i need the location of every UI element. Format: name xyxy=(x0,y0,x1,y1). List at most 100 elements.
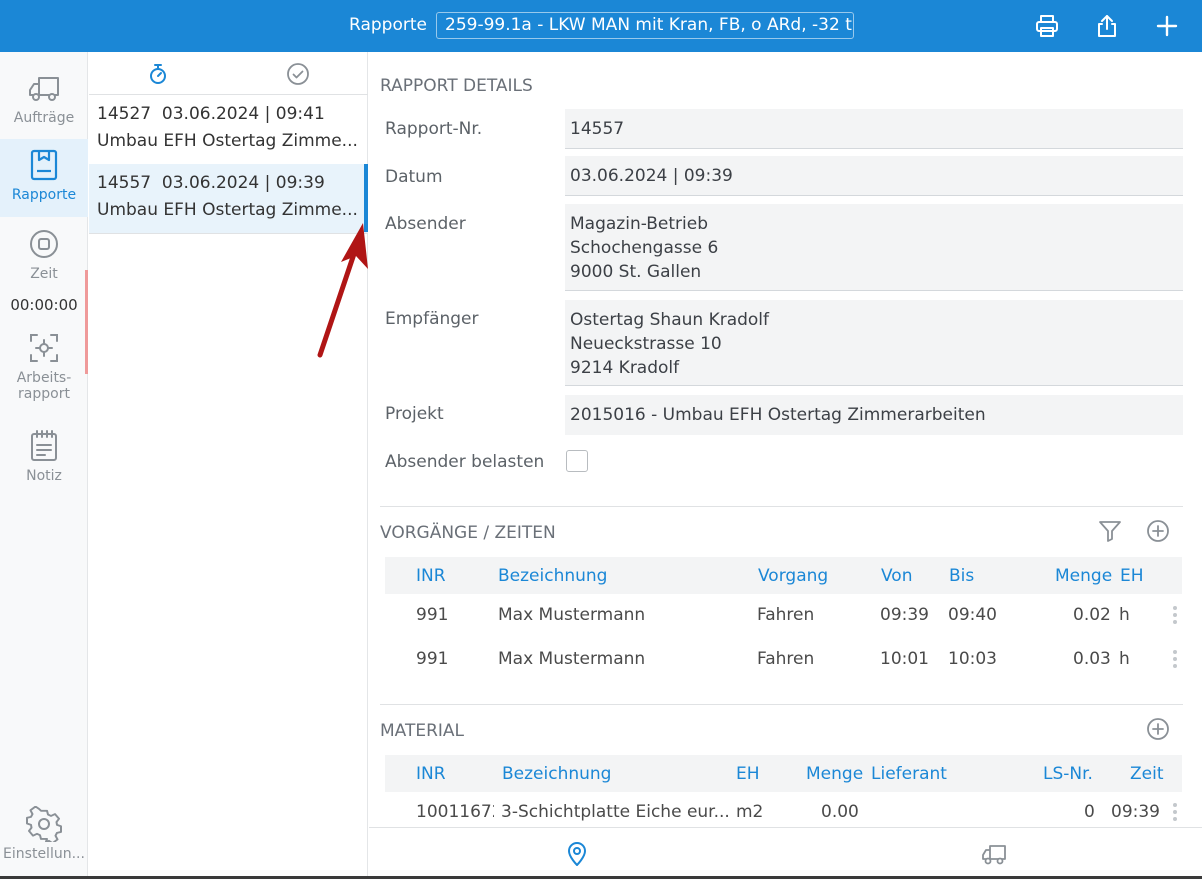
timer-display: 00:00:00 xyxy=(10,296,78,314)
truck-icon[interactable] xyxy=(980,840,1008,868)
cell-inr: 991 xyxy=(416,649,449,669)
stopwatch-icon[interactable] xyxy=(146,62,170,86)
column-header[interactable]: INR xyxy=(416,566,446,586)
absender-belasten-checkbox[interactable] xyxy=(566,450,588,472)
rapport-list: 14527 03.06.2024 | 09:41 Umbau EFH Oster… xyxy=(89,52,368,879)
column-header[interactable]: EH xyxy=(736,764,760,784)
column-header[interactable]: Menge xyxy=(1055,566,1112,586)
empfaenger-line: Neueckstrasse 10 xyxy=(570,334,722,354)
column-header[interactable]: Zeit xyxy=(1130,764,1164,784)
datum-field[interactable]: 03.06.2024 | 09:39 xyxy=(565,156,1183,196)
sidebar-item-arbeitsrapport[interactable]: Arbeits- rapport xyxy=(0,330,88,414)
cell-eh: m2 xyxy=(736,802,764,822)
cell-zeit: 09:39 xyxy=(1111,802,1160,822)
check-circle-icon[interactable] xyxy=(286,62,310,86)
cell-bezeichnung: Max Mustermann xyxy=(498,605,646,625)
notepad-icon xyxy=(26,428,62,464)
location-pin-icon[interactable] xyxy=(563,840,591,868)
bottom-bar xyxy=(369,827,1202,879)
column-header[interactable]: Bezeichnung xyxy=(502,764,611,784)
add-circle-icon[interactable] xyxy=(1145,518,1171,544)
sidebar-item-label: Rapporte xyxy=(11,187,77,203)
absender-field[interactable]: Magazin-Betrieb Schochengasse 6 9000 St.… xyxy=(565,204,1183,291)
add-circle-icon[interactable] xyxy=(1145,716,1171,742)
rapport-nr-field[interactable]: 14557 xyxy=(565,109,1183,149)
column-header[interactable]: Von xyxy=(881,566,913,586)
column-header[interactable]: INR xyxy=(416,764,446,784)
rapport-details: RAPPORT DETAILS Rapport-Nr. 14557 Datum … xyxy=(369,52,1202,827)
column-header[interactable]: EH xyxy=(1120,566,1144,586)
sidebar: Aufträge Rapporte Zeit 00:00:00 Arbeits-… xyxy=(0,52,88,879)
page-title: Rapporte xyxy=(349,15,427,35)
sidebar-item-auftraege[interactable]: Aufträge xyxy=(0,70,88,136)
stop-icon xyxy=(26,226,62,262)
projekt-field[interactable]: 2015016 - Umbau EFH Ostertag Zimmerarbei… xyxy=(565,395,1183,435)
sidebar-item-label: Zeit xyxy=(30,266,58,282)
sidebar-item-notiz[interactable]: Notiz xyxy=(0,428,88,492)
row-menu-icon[interactable] xyxy=(1172,605,1178,625)
cell-inr: 991 xyxy=(416,605,449,625)
row-menu-icon[interactable] xyxy=(1172,802,1178,822)
projekt-label: Projekt xyxy=(385,404,444,424)
rapport-nr-label: Rapport-Nr. xyxy=(385,119,483,139)
cell-vorgang: Fahren xyxy=(757,649,815,669)
clipboard-icon xyxy=(26,147,62,183)
sidebar-item-rapporte[interactable]: Rapporte xyxy=(0,139,88,217)
printer-icon[interactable] xyxy=(1034,13,1060,39)
cell-bis: 10:03 xyxy=(948,649,997,669)
share-icon[interactable] xyxy=(1094,13,1120,39)
sidebar-item-label: Aufträge xyxy=(13,110,75,126)
list-tabs xyxy=(89,52,368,95)
absender-belasten-label: Absender belasten xyxy=(385,452,545,472)
gear-icon xyxy=(26,805,62,845)
absender-label: Absender xyxy=(385,214,466,234)
cell-inr: 10011672! xyxy=(416,802,494,822)
sidebar-item-label-2: rapport xyxy=(18,386,70,402)
sidebar-item-label: Notiz xyxy=(26,468,62,484)
rapport-number: 14527 xyxy=(97,104,152,124)
cell-bis: 09:40 xyxy=(948,605,997,625)
list-item[interactable]: 14527 03.06.2024 | 09:41 Umbau EFH Oster… xyxy=(89,95,368,165)
divider xyxy=(380,704,1183,705)
rapport-number: 14557 xyxy=(97,173,152,193)
empfaenger-field[interactable]: Ostertag Shaun Kradolf Neueckstrasse 10 … xyxy=(565,300,1183,386)
column-header[interactable]: Bezeichnung xyxy=(498,566,607,586)
column-header[interactable]: Lieferant xyxy=(871,764,947,784)
column-header[interactable]: Menge xyxy=(806,764,863,784)
sidebar-item-label: Einstellun... xyxy=(3,846,85,862)
absender-line: Schochengasse 6 xyxy=(570,238,719,258)
cell-menge: 0.03 xyxy=(1073,649,1111,669)
absender-line: Magazin-Betrieb xyxy=(570,214,708,234)
cell-ls-nr: 0 xyxy=(1084,802,1095,822)
sidebar-item-einstellungen[interactable]: Einstellun... xyxy=(0,805,88,872)
truck-icon xyxy=(26,70,62,106)
empfaenger-line: Ostertag Shaun Kradolf xyxy=(570,310,770,330)
row-menu-icon[interactable] xyxy=(1172,649,1178,669)
datum-label: Datum xyxy=(385,167,443,187)
filter-icon[interactable] xyxy=(1097,518,1123,544)
plus-icon[interactable] xyxy=(1154,13,1180,39)
annotation-arrow xyxy=(317,223,368,358)
cell-bezeichnung: 3-Schichtplatte Eiche eur... xyxy=(501,802,730,822)
top-bar: Rapporte 259-99.1a - LKW MAN mit Kran, F… xyxy=(0,0,1202,52)
cell-eh: h xyxy=(1119,649,1130,669)
absender-line: 9000 St. Gallen xyxy=(570,262,702,282)
empfaenger-label: Empfänger xyxy=(385,309,479,329)
column-header[interactable]: LS-Nr. xyxy=(1043,764,1093,784)
rapport-datetime: 03.06.2024 | 09:41 xyxy=(161,104,325,124)
vehicle-selector[interactable]: 259-99.1a - LKW MAN mit Kran, FB, o ARd,… xyxy=(436,12,854,39)
vorgaenge-section-title: VORGÄNGE / ZEITEN xyxy=(380,523,556,543)
material-section-title: MATERIAL xyxy=(380,721,465,741)
vorgaenge-table-header: INR Bezeichnung Vorgang Von Bis Menge EH xyxy=(385,557,1182,594)
cell-von: 09:39 xyxy=(880,605,929,625)
scan-icon xyxy=(26,330,62,366)
column-header[interactable]: Vorgang xyxy=(758,566,828,586)
cell-vorgang: Fahren xyxy=(757,605,815,625)
cell-eh: h xyxy=(1119,605,1130,625)
empfaenger-line: 9214 Kradolf xyxy=(570,358,680,378)
cell-von: 10:01 xyxy=(880,649,929,669)
sidebar-item-label: Arbeits- xyxy=(16,370,72,386)
column-header[interactable]: Bis xyxy=(949,566,974,586)
details-section-title: RAPPORT DETAILS xyxy=(380,76,533,96)
cell-bezeichnung: Max Mustermann xyxy=(498,649,646,669)
